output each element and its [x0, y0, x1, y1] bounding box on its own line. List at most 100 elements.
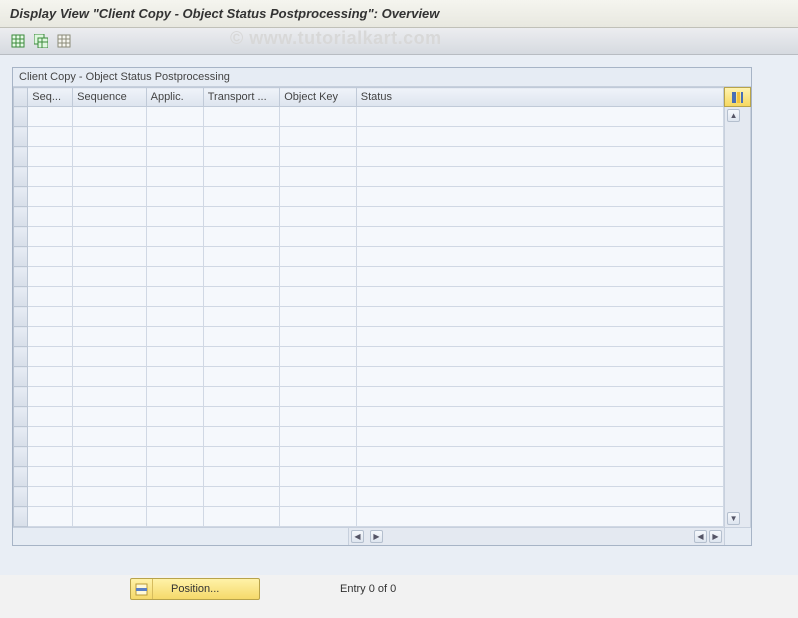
row-selector[interactable] — [14, 387, 28, 407]
table-row[interactable] — [14, 267, 724, 287]
cell[interactable] — [280, 107, 357, 127]
cell[interactable] — [28, 107, 73, 127]
table-row[interactable] — [14, 307, 724, 327]
cell[interactable] — [146, 447, 203, 467]
row-selector[interactable] — [14, 447, 28, 467]
cell[interactable] — [146, 127, 203, 147]
col-applic[interactable]: Applic. — [146, 88, 203, 107]
col-sequence[interactable]: Sequence — [73, 88, 146, 107]
cell[interactable] — [146, 367, 203, 387]
data-grid[interactable]: Seq... Sequence Applic. Transport ... Ob… — [13, 87, 724, 527]
table-row[interactable] — [14, 367, 724, 387]
cell[interactable] — [146, 107, 203, 127]
cell[interactable] — [280, 427, 357, 447]
scroll-up-button[interactable]: ▲ — [727, 109, 740, 122]
cell[interactable] — [146, 407, 203, 427]
row-selector[interactable] — [14, 167, 28, 187]
cell[interactable] — [203, 127, 280, 147]
cell[interactable] — [356, 227, 723, 247]
cell[interactable] — [280, 287, 357, 307]
cell[interactable] — [73, 187, 146, 207]
cell[interactable] — [356, 467, 723, 487]
horizontal-scrollbar-main[interactable]: ◀ ▶ — [385, 528, 724, 545]
cell[interactable] — [73, 247, 146, 267]
cell[interactable] — [146, 427, 203, 447]
cell[interactable] — [280, 407, 357, 427]
position-button[interactable]: Position... — [130, 578, 260, 600]
cell[interactable] — [203, 247, 280, 267]
row-selector[interactable] — [14, 267, 28, 287]
scroll-left2-button[interactable]: ◀ — [694, 530, 707, 543]
cell[interactable] — [73, 107, 146, 127]
cell[interactable] — [280, 507, 357, 527]
cell[interactable] — [203, 167, 280, 187]
configure-columns-button[interactable] — [724, 87, 751, 107]
col-seq[interactable]: Seq... — [28, 88, 73, 107]
cell[interactable] — [280, 247, 357, 267]
cell[interactable] — [73, 467, 146, 487]
cell[interactable] — [280, 127, 357, 147]
cell[interactable] — [280, 367, 357, 387]
cell[interactable] — [280, 467, 357, 487]
cell[interactable] — [356, 407, 723, 427]
row-selector-header[interactable] — [14, 88, 28, 107]
cell[interactable] — [203, 447, 280, 467]
delimit-button[interactable] — [54, 31, 74, 51]
cell[interactable] — [28, 187, 73, 207]
display-change-button[interactable] — [8, 31, 28, 51]
cell[interactable] — [203, 347, 280, 367]
cell[interactable] — [356, 387, 723, 407]
cell[interactable] — [73, 507, 146, 527]
cell[interactable] — [280, 147, 357, 167]
cell[interactable] — [146, 247, 203, 267]
cell[interactable] — [28, 247, 73, 267]
cell[interactable] — [73, 227, 146, 247]
cell[interactable] — [73, 327, 146, 347]
row-selector[interactable] — [14, 507, 28, 527]
cell[interactable] — [28, 147, 73, 167]
cell[interactable] — [356, 427, 723, 447]
cell[interactable] — [28, 387, 73, 407]
cell[interactable] — [146, 287, 203, 307]
cell[interactable] — [73, 407, 146, 427]
cell[interactable] — [146, 307, 203, 327]
cell[interactable] — [280, 447, 357, 467]
table-row[interactable] — [14, 147, 724, 167]
cell[interactable] — [28, 267, 73, 287]
cell[interactable] — [28, 167, 73, 187]
cell[interactable] — [28, 507, 73, 527]
row-selector[interactable] — [14, 287, 28, 307]
table-row[interactable] — [14, 287, 724, 307]
cell[interactable] — [146, 147, 203, 167]
table-row[interactable] — [14, 387, 724, 407]
row-selector[interactable] — [14, 467, 28, 487]
cell[interactable] — [280, 307, 357, 327]
cell[interactable] — [356, 247, 723, 267]
cell[interactable] — [146, 267, 203, 287]
cell[interactable] — [280, 267, 357, 287]
cell[interactable] — [73, 347, 146, 367]
cell[interactable] — [203, 267, 280, 287]
cell[interactable] — [146, 467, 203, 487]
cell[interactable] — [28, 347, 73, 367]
cell[interactable] — [356, 447, 723, 467]
cell[interactable] — [203, 387, 280, 407]
table-row[interactable] — [14, 487, 724, 507]
cell[interactable] — [203, 307, 280, 327]
cell[interactable] — [146, 487, 203, 507]
col-status[interactable]: Status — [356, 88, 723, 107]
row-selector[interactable] — [14, 347, 28, 367]
cell[interactable] — [28, 207, 73, 227]
cell[interactable] — [203, 507, 280, 527]
scroll-left-button[interactable]: ◀ — [351, 530, 364, 543]
table-row[interactable] — [14, 327, 724, 347]
row-selector[interactable] — [14, 227, 28, 247]
cell[interactable] — [73, 427, 146, 447]
cell[interactable] — [280, 327, 357, 347]
table-row[interactable] — [14, 347, 724, 367]
cell[interactable] — [280, 227, 357, 247]
cell[interactable] — [280, 387, 357, 407]
table-row[interactable] — [14, 107, 724, 127]
cell[interactable] — [356, 507, 723, 527]
cell[interactable] — [146, 167, 203, 187]
